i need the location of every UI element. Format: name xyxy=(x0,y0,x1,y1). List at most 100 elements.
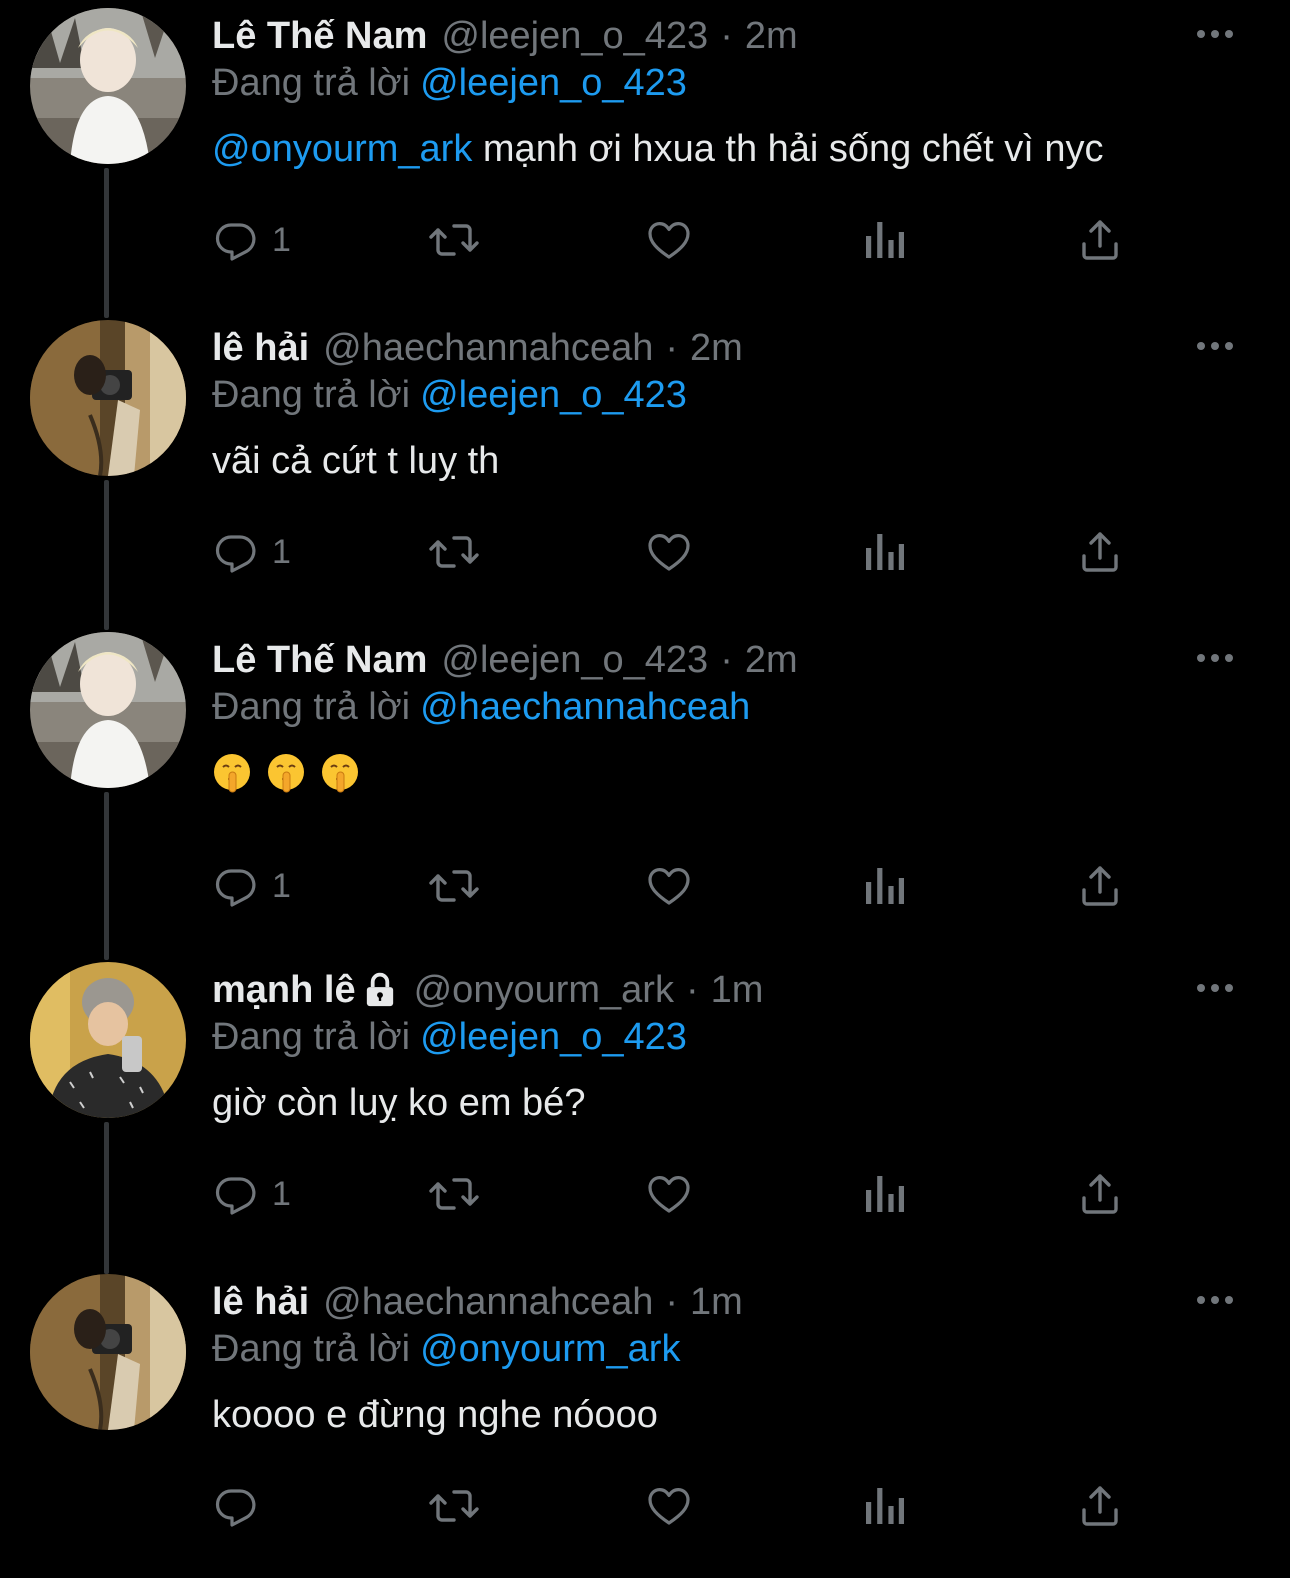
user-handle[interactable]: @leejen_o_423 xyxy=(441,15,708,58)
share-icon xyxy=(1082,220,1118,260)
reply-button[interactable]: 1 xyxy=(212,858,291,914)
user-handle[interactable]: @onyourm_ark xyxy=(414,969,674,1012)
like-icon xyxy=(648,222,690,259)
reply-button[interactable]: 1 xyxy=(212,524,291,580)
action-bar: 1 xyxy=(212,524,1212,580)
share-button[interactable] xyxy=(1076,858,1124,914)
display-name[interactable]: Lê Thế Nam xyxy=(212,15,427,58)
avatar[interactable] xyxy=(30,1274,186,1430)
retweet-button[interactable] xyxy=(426,212,482,268)
more-icon[interactable] xyxy=(1196,648,1234,668)
action-bar: 1 xyxy=(212,1166,1212,1222)
replying-to: Đang trả lời @leejen_o_423 xyxy=(212,1016,687,1059)
avatar[interactable] xyxy=(30,320,186,476)
retweet-button[interactable] xyxy=(426,1478,482,1534)
tweet-text: koooo e đừng nghe nóooo xyxy=(212,1394,658,1437)
reply-count: 1 xyxy=(272,220,291,259)
timestamp[interactable]: 1m xyxy=(690,1281,743,1324)
more-icon[interactable] xyxy=(1196,1290,1234,1310)
tweet[interactable]: lê hải @haechannahceah · 2m Đang trả lời… xyxy=(0,312,1290,624)
display-name[interactable]: Lê Thế Nam xyxy=(212,639,427,682)
body-text: vãi cả cứt t luỵ th xyxy=(212,440,500,482)
like-button[interactable] xyxy=(644,524,694,580)
retweet-icon xyxy=(429,536,479,568)
user-handle[interactable]: @leejen_o_423 xyxy=(441,639,708,682)
body-text: mạnh ơi hxua th hải sống chết vì nyc xyxy=(472,128,1104,170)
tweet[interactable]: lê hải @haechannahceah · 1m Đang trả lời… xyxy=(0,1266,1290,1578)
replying-to-mention[interactable]: @leejen_o_423 xyxy=(420,374,687,416)
like-button[interactable] xyxy=(644,212,694,268)
like-button[interactable] xyxy=(644,858,694,914)
action-bar xyxy=(212,1478,1212,1534)
reply-button[interactable] xyxy=(212,1478,272,1534)
user-handle[interactable]: @haechannahceah xyxy=(323,1281,653,1324)
timestamp[interactable]: 1m xyxy=(711,969,764,1012)
replying-to-mention[interactable]: @leejen_o_423 xyxy=(420,1016,687,1058)
views-button[interactable] xyxy=(862,212,906,268)
separator: · xyxy=(685,968,699,1011)
views-button[interactable] xyxy=(862,524,906,580)
like-button[interactable] xyxy=(644,1166,694,1222)
avatar[interactable] xyxy=(30,8,186,164)
body-text: koooo e đừng nghe nóooo xyxy=(212,1394,658,1436)
tweet[interactable]: Lê Thế Nam @leejen_o_423 · 2m Đang trả l… xyxy=(0,624,1290,936)
share-button[interactable] xyxy=(1076,1478,1124,1534)
replying-to-label: Đang trả lời xyxy=(212,686,411,728)
retweet-button[interactable] xyxy=(426,524,482,580)
avatar[interactable] xyxy=(30,632,186,788)
tweet[interactable]: Lê Thế Nam @leejen_o_423 · 2m Đang trả l… xyxy=(0,0,1290,312)
reply-icon xyxy=(215,223,256,261)
replying-to-mention[interactable]: @haechannahceah xyxy=(420,686,750,728)
reply-icon xyxy=(215,1177,256,1215)
replying-to-label: Đang trả lời xyxy=(212,62,411,104)
action-bar: 1 xyxy=(212,858,1212,914)
more-icon[interactable] xyxy=(1196,336,1234,356)
retweet-button[interactable] xyxy=(426,858,482,914)
share-button[interactable] xyxy=(1076,524,1124,580)
views-icon xyxy=(866,1488,904,1524)
timestamp[interactable]: 2m xyxy=(745,639,798,682)
tweet[interactable]: mạnh lê @onyourm_ark · 1m Đang trả lời @l… xyxy=(0,954,1290,1266)
reply-count: 1 xyxy=(272,1174,291,1213)
retweet-icon xyxy=(429,1490,479,1522)
retweet-button[interactable] xyxy=(426,1166,482,1222)
timestamp[interactable]: 2m xyxy=(745,15,798,58)
more-icon[interactable] xyxy=(1196,24,1234,44)
share-button[interactable] xyxy=(1076,212,1124,268)
tweet-text: vãi cả cứt t luỵ th xyxy=(212,440,499,483)
replying-to-mention[interactable]: @leejen_o_423 xyxy=(420,62,687,104)
reply-count: 1 xyxy=(272,532,291,571)
share-icon xyxy=(1082,866,1118,906)
views-icon xyxy=(866,534,904,570)
user-handle[interactable]: @haechannahceah xyxy=(323,327,653,370)
display-name[interactable]: lê hải xyxy=(212,1281,309,1324)
display-name[interactable]: lê hải xyxy=(212,327,309,370)
reply-button[interactable]: 1 xyxy=(212,1166,291,1222)
share-icon xyxy=(1082,532,1118,572)
shushing-face-emoji xyxy=(268,754,304,793)
share-button[interactable] xyxy=(1076,1166,1124,1222)
share-icon xyxy=(1082,1486,1118,1526)
replying-to-label: Đang trả lời xyxy=(212,1328,411,1370)
views-button[interactable] xyxy=(862,858,906,914)
tweet-header: mạnh lê @onyourm_ark · 1m xyxy=(212,966,763,1014)
views-button[interactable] xyxy=(862,1166,906,1222)
body-mention[interactable]: @onyourm_ark xyxy=(212,128,472,170)
like-button[interactable] xyxy=(644,1478,694,1534)
separator: · xyxy=(720,638,733,681)
display-name[interactable]: mạnh lê xyxy=(212,969,356,1012)
replying-to: Đang trả lời @onyourm_ark xyxy=(212,1328,680,1371)
share-icon xyxy=(1082,1174,1118,1214)
action-bar: 1 xyxy=(212,212,1212,268)
views-button[interactable] xyxy=(862,1478,906,1534)
like-icon xyxy=(648,868,690,905)
shushing-face-emoji xyxy=(214,754,250,793)
replying-to: Đang trả lời @leejen_o_423 xyxy=(212,62,687,105)
tweet-header: Lê Thế Nam @leejen_o_423 · 2m xyxy=(212,636,798,684)
replying-to: Đang trả lời @leejen_o_423 xyxy=(212,374,687,417)
avatar[interactable] xyxy=(30,962,186,1118)
timestamp[interactable]: 2m xyxy=(690,327,743,370)
more-icon[interactable] xyxy=(1196,978,1234,998)
reply-button[interactable]: 1 xyxy=(212,212,291,268)
replying-to-mention[interactable]: @onyourm_ark xyxy=(420,1328,680,1370)
